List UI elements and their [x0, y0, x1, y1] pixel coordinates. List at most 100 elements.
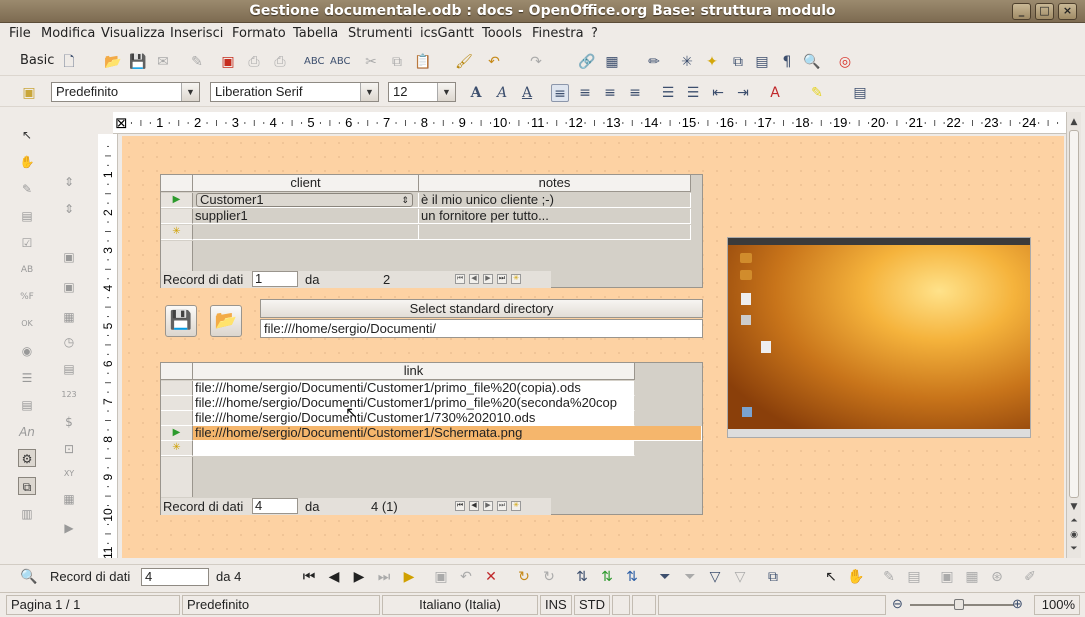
- refresh-control-icon[interactable]: ↻: [540, 568, 558, 586]
- menu-visualizza[interactable]: Visualizza: [101, 26, 165, 41]
- file-selection-icon[interactable]: ▤: [60, 360, 78, 378]
- delete-record-icon[interactable]: ✕: [482, 568, 500, 586]
- navigation-icon[interactable]: ◉: [1067, 530, 1081, 542]
- new-record-icon[interactable]: ▶: [400, 568, 418, 586]
- prev-record-icon[interactable]: ◀: [469, 274, 479, 284]
- align-left-icon[interactable]: ≡: [551, 84, 569, 102]
- open-icon[interactable]: 📂: [104, 53, 122, 71]
- align-center-icon[interactable]: ≡: [576, 84, 594, 102]
- italic-icon[interactable]: A: [493, 84, 511, 102]
- scroll-thumb[interactable]: [1069, 130, 1079, 498]
- maximize-button[interactable]: □: [1035, 3, 1054, 20]
- menu-toools[interactable]: Toools: [482, 26, 522, 41]
- page-style[interactable]: Predefinito: [182, 595, 380, 615]
- form-design-icon[interactable]: ⧉: [18, 477, 36, 495]
- client-cell[interactable]: Customer1 ⇕: [193, 193, 419, 208]
- edit-file-icon[interactable]: ✎: [188, 53, 206, 71]
- font-color-icon[interactable]: A: [766, 84, 784, 102]
- cut-icon[interactable]: ✂: [362, 53, 380, 71]
- link-cell[interactable]: file:///home/sergio/Documenti/Customer1/…: [193, 381, 635, 396]
- row-header[interactable]: [161, 411, 193, 426]
- refresh-icon[interactable]: ↻: [515, 568, 533, 586]
- prev-record-icon[interactable]: ◀: [325, 568, 343, 586]
- underline-icon[interactable]: A: [518, 84, 536, 102]
- combo-box-icon[interactable]: ▤: [18, 396, 36, 414]
- notes-cell[interactable]: [419, 225, 691, 240]
- new-document-icon[interactable]: 🗋: [60, 53, 78, 71]
- control-icon[interactable]: ✎: [880, 568, 898, 586]
- image-button-icon[interactable]: ▣: [60, 248, 78, 266]
- find-record-icon[interactable]: 🔍: [20, 568, 38, 586]
- undo-record-icon[interactable]: ↶: [457, 568, 475, 586]
- current-row-marker[interactable]: ▶: [161, 193, 193, 208]
- scroll-up-icon[interactable]: ▲: [1067, 117, 1081, 129]
- time-field-icon[interactable]: ◷: [60, 333, 78, 351]
- menu-inserisci[interactable]: Inserisci: [170, 26, 223, 41]
- undo-icon[interactable]: ↶: [485, 53, 503, 71]
- next-record-icon[interactable]: ▶: [350, 568, 368, 586]
- zoom-thumb[interactable]: [954, 599, 964, 610]
- menu-help[interactable]: ?: [591, 26, 598, 41]
- mail-icon[interactable]: ✉: [154, 53, 172, 71]
- label-field-icon[interactable]: An: [18, 423, 36, 441]
- control-properties-icon[interactable]: ✎: [18, 180, 36, 198]
- tab-stop-marker[interactable]: ⊠: [115, 114, 128, 132]
- save-record-icon[interactable]: ▣: [432, 568, 450, 586]
- column-header-notes[interactable]: notes: [419, 175, 691, 192]
- menu-tabella[interactable]: Tabella: [293, 26, 338, 41]
- selection-mode[interactable]: STD: [574, 595, 610, 615]
- decrease-indent-icon[interactable]: ⇤: [709, 84, 727, 102]
- vertical-ruler[interactable]: 1 2 3 4 5 6 7 8 9 10 11: [98, 134, 118, 582]
- autofilter-icon[interactable]: ⏷: [656, 568, 674, 586]
- select-directory-button[interactable]: Select standard directory: [260, 299, 703, 318]
- group-box-icon[interactable]: XY: [60, 465, 78, 483]
- form-canvas[interactable]: client notes ▶ Customer1 ⇕ è il mio unico…: [122, 136, 1064, 558]
- navigation-bar-icon[interactable]: ▶: [60, 519, 78, 537]
- record-number-input[interactable]: 4: [141, 568, 209, 586]
- link-cell[interactable]: [193, 441, 635, 456]
- client-cell[interactable]: supplier1: [193, 209, 419, 224]
- push-button-icon[interactable]: OK: [18, 315, 36, 333]
- navigator-icon[interactable]: ✳: [678, 53, 696, 71]
- design-mode-icon[interactable]: ✋: [847, 568, 865, 586]
- list-box-icon[interactable]: ☰: [18, 369, 36, 387]
- first-record-icon[interactable]: ⏮: [455, 274, 465, 284]
- help-icon[interactable]: ◎: [836, 53, 854, 71]
- align-right-icon[interactable]: ≡: [601, 84, 619, 102]
- zoom-slider[interactable]: ⊖ ⊕: [888, 595, 1032, 615]
- chevron-down-icon[interactable]: ▼: [181, 83, 199, 101]
- save-icon[interactable]: 💾: [129, 53, 147, 71]
- numeric-field-icon[interactable]: 123: [60, 386, 78, 404]
- spin-button-icon[interactable]: ⇕: [60, 173, 78, 191]
- next-record-icon[interactable]: ▶: [483, 501, 493, 511]
- insert-mode[interactable]: INS: [540, 595, 572, 615]
- link-cell[interactable]: file:///home/sergio/Documenti/Customer1/…: [193, 396, 635, 411]
- menu-finestra[interactable]: Finestra: [532, 26, 584, 41]
- new-row-marker[interactable]: ✳: [161, 441, 193, 456]
- formatted-field-icon[interactable]: %F: [18, 288, 36, 306]
- print-preview-icon[interactable]: ⎙: [271, 53, 289, 71]
- highlight-icon[interactable]: ✎: [808, 84, 826, 102]
- remove-filter-icon[interactable]: ▽: [731, 568, 749, 586]
- sort-descending-icon[interactable]: ⇅: [623, 568, 641, 586]
- font-name-select[interactable]: Liberation Serif ▼: [210, 82, 379, 102]
- zoom-level[interactable]: 100%: [1034, 595, 1080, 615]
- format-paintbrush-icon[interactable]: 🖌: [455, 53, 473, 71]
- apply-filter-icon[interactable]: ⏷: [681, 568, 699, 586]
- redo-icon[interactable]: ↷: [527, 53, 545, 71]
- wizards-icon[interactable]: ▥: [18, 505, 36, 523]
- currency-field-icon[interactable]: $: [60, 413, 78, 431]
- client-table-control[interactable]: client notes ▶ Customer1 ⇕ è il mio unico…: [160, 174, 703, 288]
- pointer-icon[interactable]: ↖: [822, 568, 840, 586]
- last-record-icon[interactable]: ⏭: [497, 274, 507, 284]
- checkbox-icon[interactable]: ☑: [18, 234, 36, 252]
- scroll-down-icon[interactable]: ▼: [1067, 502, 1081, 514]
- data-sources-icon[interactable]: ⧉: [729, 53, 747, 71]
- menu-formato[interactable]: Formato: [232, 26, 286, 41]
- copy-icon[interactable]: ⧉: [388, 53, 406, 71]
- client-select[interactable]: Customer1 ⇕: [196, 193, 413, 207]
- new-record-icon[interactable]: ✳: [511, 274, 521, 284]
- menu-icsgantt[interactable]: icsGantt: [420, 26, 474, 41]
- record-number-input[interactable]: 1: [252, 271, 298, 287]
- hyperlink-icon[interactable]: 🔗: [578, 53, 596, 71]
